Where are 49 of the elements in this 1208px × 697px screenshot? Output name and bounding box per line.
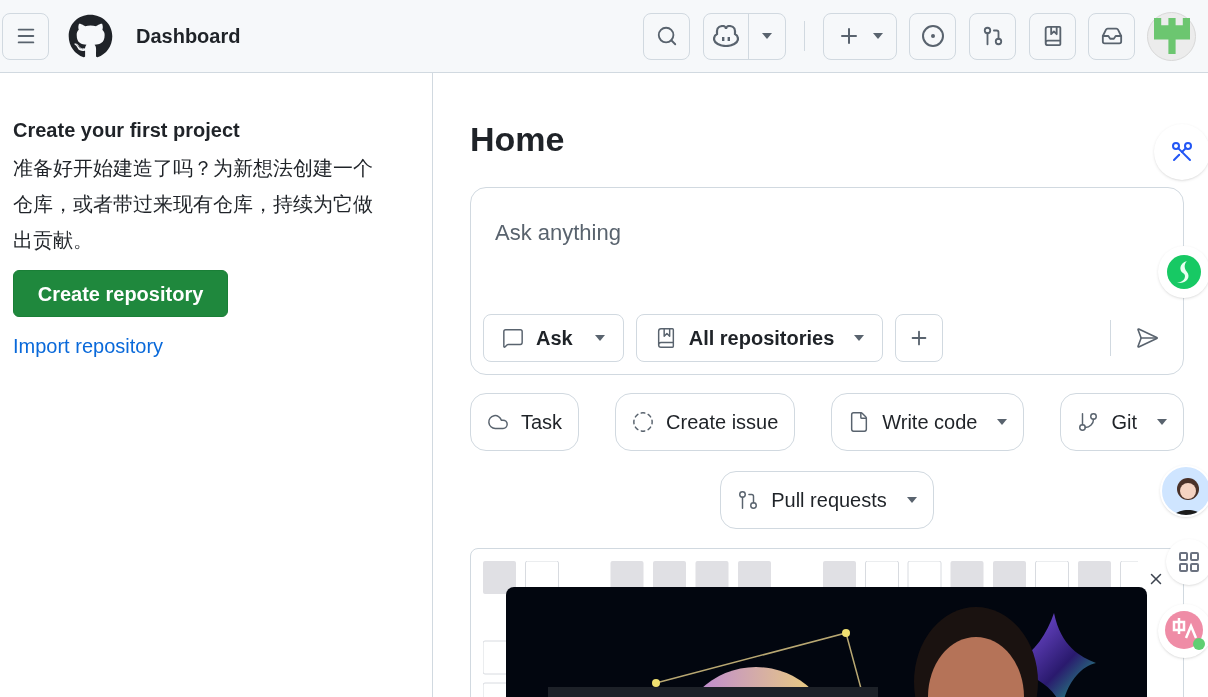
issues-button[interactable] [909, 12, 956, 60]
identicon-icon [1152, 18, 1191, 54]
caret-icon [854, 335, 865, 341]
create-repository-button[interactable]: Create repository [13, 270, 228, 317]
repository-scope-dropdown[interactable]: All repositories [635, 314, 884, 362]
swirl-logo-icon [1167, 255, 1201, 289]
grid-icon [1177, 550, 1201, 574]
repositories-button[interactable] [1029, 12, 1076, 60]
attach-button[interactable] [895, 314, 944, 362]
caret-icon [594, 335, 605, 341]
inbox-button[interactable] [1088, 12, 1135, 60]
action-chip[interactable]: Write code [831, 393, 1025, 451]
pull-requests-button[interactable] [969, 12, 1016, 60]
scissors-icon [1170, 140, 1194, 164]
create-new-button[interactable] [823, 12, 897, 60]
cat-logo-icon[interactable] [68, 13, 113, 59]
assistant-split-button[interactable] [703, 12, 786, 60]
action-chip[interactable]: Task [470, 393, 580, 451]
ask-input[interactable]: Ask anything [495, 216, 1171, 249]
circle-dot-icon [920, 24, 945, 48]
pull-request-icon [737, 489, 760, 511]
menu-button[interactable] [2, 12, 49, 60]
speech-bubble-icon [502, 327, 524, 349]
home-title: Home [470, 119, 566, 159]
send-icon [1135, 326, 1159, 350]
caret-icon [997, 419, 1008, 425]
inbox-icon [1100, 25, 1123, 47]
apps-button[interactable] [1166, 539, 1208, 585]
assistant-avatar-button[interactable] [1160, 465, 1208, 517]
pull-request-icon [981, 25, 1004, 47]
sidebar-text: 准备好开始建造了吗？为新想法创建一个仓库，或者带过来现有仓库，持续为它做出贡献。 [13, 156, 374, 253]
branch-icon [1077, 411, 1100, 433]
caret-icon [873, 33, 883, 39]
action-chip[interactable]: Pull requests [720, 471, 934, 529]
translate-icon [1164, 610, 1206, 652]
caret-icon [762, 33, 772, 39]
caret-icon [906, 497, 917, 503]
search-icon [655, 25, 678, 47]
action-chip[interactable]: Create issue [615, 393, 796, 451]
scissors-button[interactable] [1154, 124, 1208, 180]
page-title[interactable]: Dashboard [136, 21, 241, 51]
caret-icon [1156, 419, 1167, 425]
mode-dropdown[interactable]: Ask [483, 314, 624, 362]
sidebar-heading: Create your first project [13, 118, 241, 143]
search-button[interactable] [643, 12, 690, 60]
action-chip[interactable]: Git [1060, 393, 1184, 451]
dashed-circle-icon [632, 411, 655, 433]
import-repository-link[interactable]: Import repository [13, 335, 164, 357]
robot-icon [713, 25, 739, 47]
